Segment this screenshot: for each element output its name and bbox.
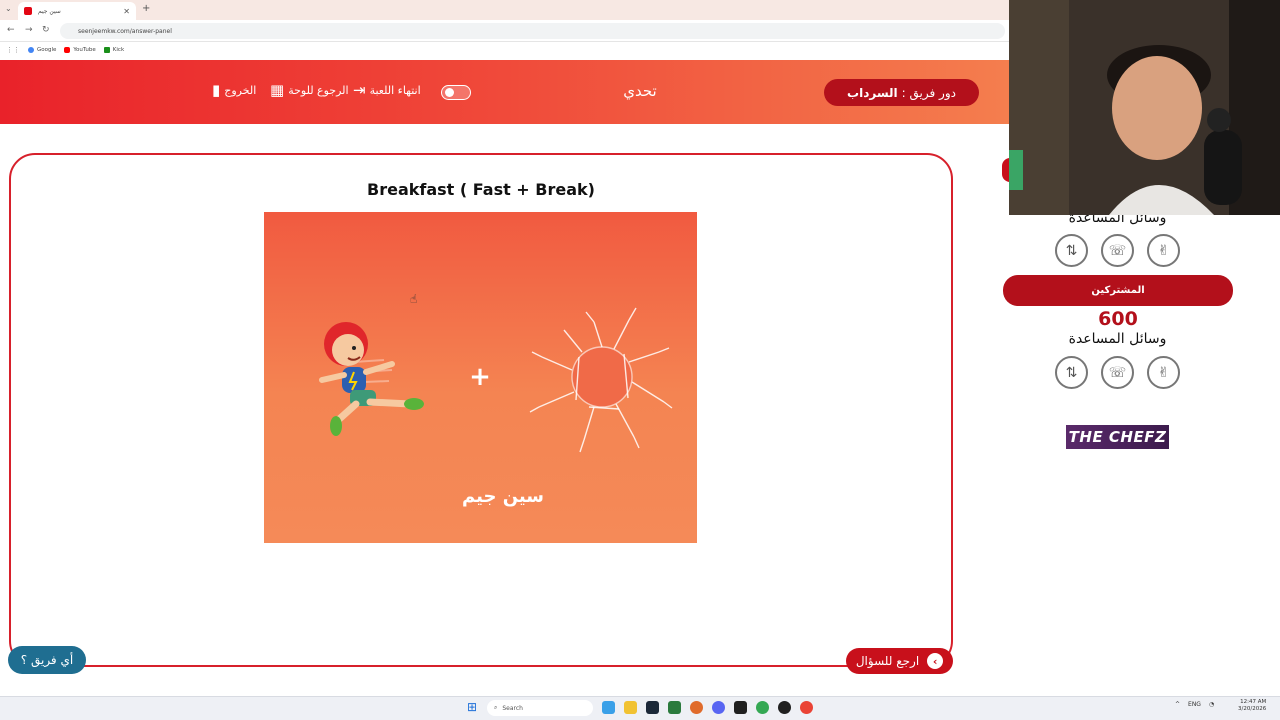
taskbar-search[interactable]: ⌕ Search	[487, 700, 593, 716]
bookmarks-bar: ⋮⋮ Google YouTube Kick	[0, 42, 1010, 57]
call-transfer-icon[interactable]: ⇅	[1055, 234, 1088, 267]
exit-button[interactable]: ▮ الخروج	[212, 83, 256, 98]
bookmark-kick[interactable]: Kick	[103, 46, 124, 53]
seen-jeem-logo: سين جيم	[462, 486, 544, 507]
windows-start-icon[interactable]: ⊞	[467, 701, 477, 713]
chrome-icon[interactable]	[756, 701, 769, 714]
back-to-board-label: الرجوع للوحة	[288, 84, 349, 97]
door-icon: ▮	[212, 81, 221, 99]
file-explorer-icon[interactable]	[624, 701, 637, 714]
back-to-board-button[interactable]: ▦ الرجوع للوحة	[270, 83, 349, 98]
spotify-icon[interactable]	[668, 701, 681, 714]
end-game-label: انتهاء اللعبة	[369, 84, 421, 97]
aids-row-team2: ⇅ ☏ ✌	[1055, 356, 1180, 389]
search-icon: ⌕	[494, 704, 498, 711]
call-transfer-icon[interactable]: ⇅	[1055, 356, 1088, 389]
browser-tab-bar	[0, 0, 1010, 20]
cracked-glass-illustration	[529, 307, 673, 453]
phone-icon[interactable]: ☏	[1101, 356, 1134, 389]
phone-icon[interactable]: ☏	[1101, 234, 1134, 267]
question-image: + سين جيم	[264, 212, 697, 543]
cursor-hand-icon: ☝	[410, 292, 418, 306]
team-turn-badge: دور فريق : السرداب	[824, 79, 979, 106]
copilot-icon[interactable]	[602, 701, 615, 714]
aids-title-team2: وسائل المساعدة	[1068, 331, 1167, 347]
chrome-active-icon[interactable]	[800, 701, 813, 714]
search-placeholder: Search	[502, 704, 523, 712]
taskbar	[0, 696, 1280, 720]
forward-arrow-icon[interactable]: →	[25, 25, 33, 35]
discord-icon[interactable]	[712, 701, 725, 714]
which-team-button[interactable]: أي فريق ؟	[8, 646, 86, 674]
sponsor-logo: THE CHEFZ	[1066, 425, 1169, 449]
tab-title: سين جيم	[38, 7, 61, 15]
obs-icon[interactable]	[778, 701, 791, 714]
apps-grid-icon[interactable]: ⋮⋮	[6, 46, 20, 54]
steam-icon[interactable]	[646, 701, 659, 714]
address-bar[interactable]: seenjeemkw.com/answer-panel	[60, 23, 1005, 39]
webcam-overlay	[1009, 0, 1280, 215]
bookmark-youtube[interactable]: YouTube	[64, 46, 96, 53]
clock-time: 12:47 AM	[1240, 699, 1267, 705]
team-name-badge: المشتركين	[1003, 275, 1233, 306]
system-tray: ^ ENG ◔	[1175, 701, 1214, 708]
tab-list-chevron-icon[interactable]: ⌄	[5, 4, 12, 13]
clock-date: 3/20/2026	[1238, 706, 1267, 713]
youtube-icon	[64, 46, 71, 53]
grid-icon: ▦	[270, 81, 285, 99]
team-turn-prefix: دور فريق :	[901, 85, 956, 100]
streamer-webcam	[1009, 0, 1280, 215]
language-indicator[interactable]: ENG	[1188, 701, 1201, 708]
kick-icon	[103, 46, 110, 53]
tab-close-icon[interactable]: ✕	[123, 7, 130, 16]
reload-icon[interactable]: ↻	[42, 25, 50, 35]
hand-peace-icon[interactable]: ✌	[1147, 234, 1180, 267]
wifi-icon[interactable]: ◔	[1209, 701, 1214, 708]
bookmark-google[interactable]: Google	[28, 46, 56, 53]
back-to-question-label: ارجع للسؤال	[855, 654, 920, 668]
exit-arrow-icon: ⇥	[353, 81, 366, 99]
team-score: 600	[1098, 308, 1138, 330]
new-tab-button[interactable]: +	[142, 3, 150, 14]
browser-tab[interactable]: سين جيم ✕	[18, 2, 136, 20]
site-favicon-icon	[24, 7, 32, 15]
back-arrow-icon[interactable]: ←	[7, 25, 15, 35]
exit-label: الخروج	[224, 84, 257, 97]
which-team-label: أي فريق ؟	[20, 653, 74, 667]
hand-peace-icon[interactable]: ✌	[1147, 356, 1180, 389]
google-icon	[28, 46, 34, 53]
end-game-toggle[interactable]	[441, 85, 471, 100]
x-icon[interactable]	[734, 701, 747, 714]
question-text: Breakfast ( Fast + Break)	[367, 180, 595, 199]
end-game-button[interactable]: ⇥ انتهاء اللعبة	[353, 83, 421, 98]
running-boy-illustration	[319, 322, 424, 436]
tray-chevron-icon[interactable]: ^	[1175, 701, 1180, 708]
back-to-question-button[interactable]: ارجع للسؤال ‹	[846, 648, 953, 674]
plus-sign: +	[469, 362, 491, 392]
taskbar-clock[interactable]: 12:47 AM 3/20/2026	[1238, 699, 1266, 713]
team-turn-name: السرداب	[847, 85, 898, 100]
chevron-left-icon: ‹	[927, 653, 944, 669]
url-text: seenjeemkw.com/answer-panel	[78, 27, 172, 35]
aids-row-team1: ⇅ ☏ ✌	[1055, 234, 1180, 267]
page-title: تحدي	[623, 82, 657, 100]
firefox-icon[interactable]	[690, 701, 703, 714]
